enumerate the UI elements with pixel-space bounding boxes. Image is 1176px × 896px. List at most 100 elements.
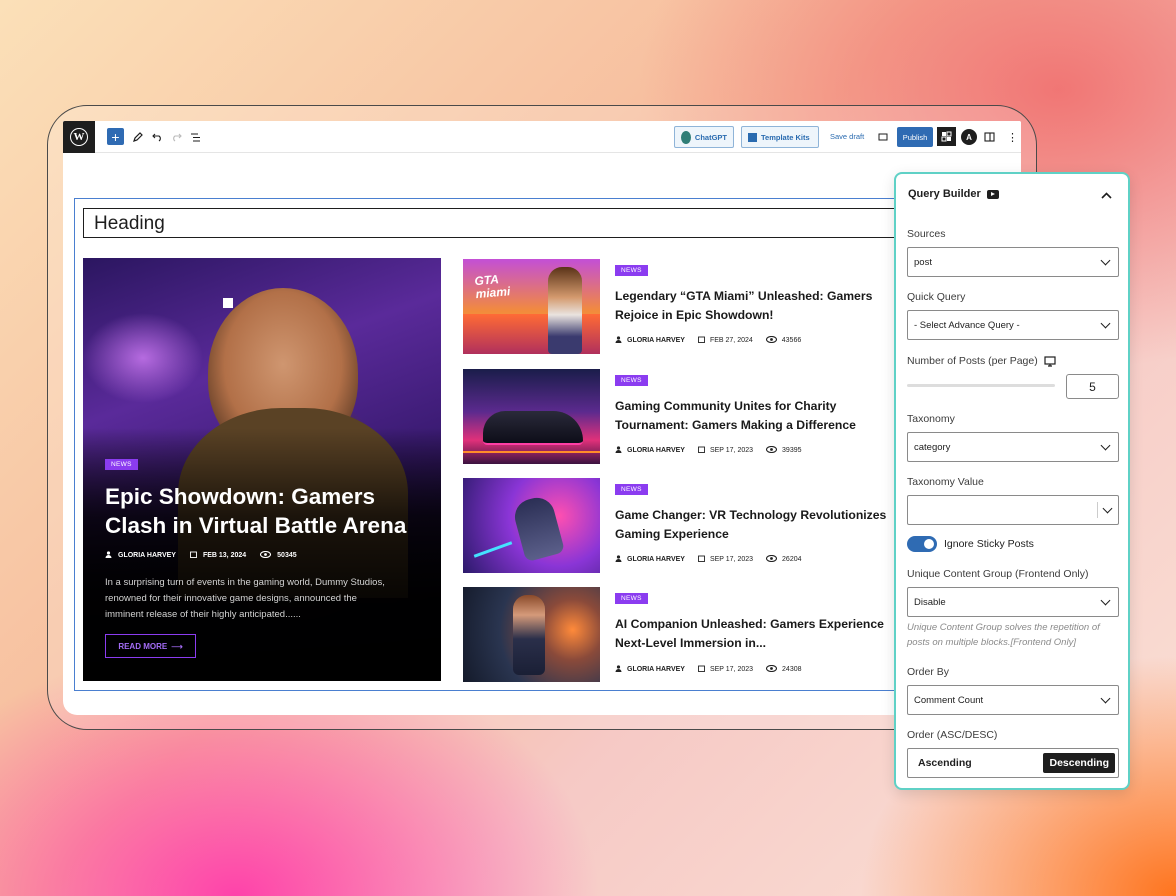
post-title[interactable]: Gaming Community Unites for Charity Tour…: [615, 397, 905, 434]
calendar-icon: [190, 551, 197, 560]
character-figure: [548, 267, 582, 354]
car-figure: [483, 411, 583, 445]
chevron-down-icon: [1100, 693, 1111, 703]
post-views: 50345: [277, 552, 297, 559]
featured-post-card[interactable]: NEWS Epic Showdown: Gamers Clash in Virt…: [83, 258, 441, 681]
list-item[interactable]: NEWS Gaming Community Unites for Charity…: [463, 369, 903, 464]
order-descending-option[interactable]: Descending: [1043, 753, 1115, 773]
post-meta: GLORIA HARVEY FEB 13, 2024 50345: [105, 550, 297, 560]
desktop-device-icon[interactable]: [1044, 355, 1056, 367]
post-meta: GLORIA HARVEY SEP 17, 2023 26204: [615, 554, 802, 564]
post-title[interactable]: Legendary “GTA Miami” Unleashed: Gamers …: [615, 287, 905, 324]
read-more-button[interactable]: READ MORE ⟶: [105, 634, 196, 658]
calendar-icon: [698, 446, 705, 455]
post-author[interactable]: GLORIA HARVEY: [627, 556, 685, 563]
chevron-down-icon: [1100, 255, 1111, 265]
quick-query-select[interactable]: - Select Advance Query -: [907, 310, 1119, 340]
eye-icon: [260, 550, 272, 560]
user-icon: [615, 446, 622, 455]
save-draft-button[interactable]: Save draft: [830, 132, 864, 141]
user-icon: [105, 551, 112, 560]
gta-miami-logo: GTA miami: [473, 272, 511, 302]
num-posts-label: Number of Posts (per Page): [907, 355, 1056, 367]
list-item[interactable]: GTA miami NEWS Legendary “GTA Miami” Unl…: [463, 259, 903, 354]
post-date: SEP 17, 2023: [709, 556, 754, 563]
calendar-icon: [698, 336, 705, 345]
order-label: Order (ASC/DESC): [907, 729, 998, 741]
category-badge[interactable]: NEWS: [615, 265, 648, 276]
quick-query-label: Quick Query: [907, 291, 966, 303]
category-badge[interactable]: NEWS: [105, 459, 138, 470]
post-meta: GLORIA HARVEY SEP 17, 2023 24308: [615, 664, 802, 674]
publish-button[interactable]: Publish: [897, 127, 933, 147]
user-icon: [615, 665, 622, 674]
category-badge[interactable]: NEWS: [615, 593, 648, 604]
blocks-plugin-icon[interactable]: [937, 127, 956, 146]
vr-player-figure: [510, 493, 566, 563]
category-badge[interactable]: NEWS: [615, 484, 648, 495]
chatgpt-button[interactable]: ChatGPT: [674, 126, 734, 148]
astra-icon[interactable]: A: [961, 129, 977, 145]
list-item[interactable]: NEWS Game Changer: VR Technology Revolut…: [463, 478, 903, 573]
order-by-label: Order By: [907, 666, 950, 678]
eye-icon: [765, 554, 778, 564]
settings-sidebar-icon[interactable]: [984, 129, 995, 145]
editor-window: W + ChatGPT Template Kits Save draft Pub…: [63, 121, 1021, 715]
editor-toolbar: W + ChatGPT Template Kits Save draft Pub…: [63, 121, 1021, 153]
ignore-sticky-toggle[interactable]: [907, 536, 937, 552]
chevron-up-icon[interactable]: [1101, 188, 1112, 202]
post-views: 26204: [782, 556, 802, 563]
heading-block[interactable]: Heading: [83, 208, 963, 238]
chevron-down-icon: [1100, 318, 1111, 328]
template-kits-button[interactable]: Template Kits: [741, 126, 819, 148]
preview-icon[interactable]: [878, 129, 888, 145]
num-posts-input[interactable]: 5: [1066, 374, 1119, 399]
taxonomy-label: Taxonomy: [907, 413, 955, 425]
order-ascending-option[interactable]: Ascending: [918, 757, 972, 769]
taxonomy-select[interactable]: category: [907, 432, 1119, 462]
unique-group-label: Unique Content Group (Frontend Only): [907, 568, 1089, 580]
unique-group-select[interactable]: Disable: [907, 587, 1119, 617]
list-item[interactable]: NEWS AI Companion Unleashed: Gamers Expe…: [463, 587, 903, 682]
post-title[interactable]: AI Companion Unleashed: Gamers Experienc…: [615, 615, 905, 652]
undo-icon[interactable]: [152, 129, 163, 145]
add-block-button[interactable]: +: [107, 128, 124, 145]
post-thumbnail[interactable]: [463, 369, 600, 464]
chatgpt-icon: [681, 130, 691, 144]
post-views: 39395: [782, 447, 802, 454]
post-date: SEP 17, 2023: [709, 666, 754, 673]
post-date: FEB 13, 2024: [202, 552, 247, 559]
eye-icon: [765, 664, 778, 674]
user-icon: [615, 336, 622, 345]
post-date: SEP 17, 2023: [709, 447, 754, 454]
user-icon: [615, 555, 622, 564]
post-author[interactable]: GLORIA HARVEY: [118, 552, 176, 559]
calendar-icon: [698, 665, 705, 674]
chevron-down-icon: [1100, 595, 1111, 605]
featured-post-title[interactable]: Epic Showdown: Gamers Clash in Virtual B…: [105, 482, 425, 540]
chevron-down-icon: [1102, 503, 1113, 513]
post-author[interactable]: GLORIA HARVEY: [627, 337, 685, 344]
post-title[interactable]: Game Changer: VR Technology Revolutioniz…: [615, 506, 905, 543]
taxonomy-value-select[interactable]: [907, 495, 1119, 525]
redo-icon[interactable]: [171, 129, 182, 145]
post-views: 43566: [781, 337, 802, 344]
post-thumbnail[interactable]: [463, 478, 600, 573]
panel-header[interactable]: Query Builder: [908, 188, 999, 200]
category-badge[interactable]: NEWS: [615, 375, 648, 386]
eye-icon: [765, 335, 777, 345]
list-view-icon[interactable]: [190, 129, 201, 145]
pencil-icon[interactable]: [133, 129, 143, 145]
post-thumbnail[interactable]: GTA miami: [463, 259, 600, 354]
wordpress-logo-icon[interactable]: W: [63, 121, 95, 153]
sources-select[interactable]: post: [907, 247, 1119, 277]
post-thumbnail[interactable]: [463, 587, 600, 682]
chevron-down-icon: [1100, 440, 1111, 450]
post-author[interactable]: GLORIA HARVEY: [627, 447, 685, 454]
post-author[interactable]: GLORIA HARVEY: [627, 666, 685, 673]
video-tutorial-icon[interactable]: [986, 189, 999, 199]
num-posts-slider[interactable]: [907, 384, 1055, 387]
more-options-icon[interactable]: ⋮: [1007, 129, 1018, 145]
order-by-select[interactable]: Comment Count: [907, 685, 1119, 715]
post-meta: GLORIA HARVEY SEP 17, 2023 39395: [615, 445, 802, 455]
